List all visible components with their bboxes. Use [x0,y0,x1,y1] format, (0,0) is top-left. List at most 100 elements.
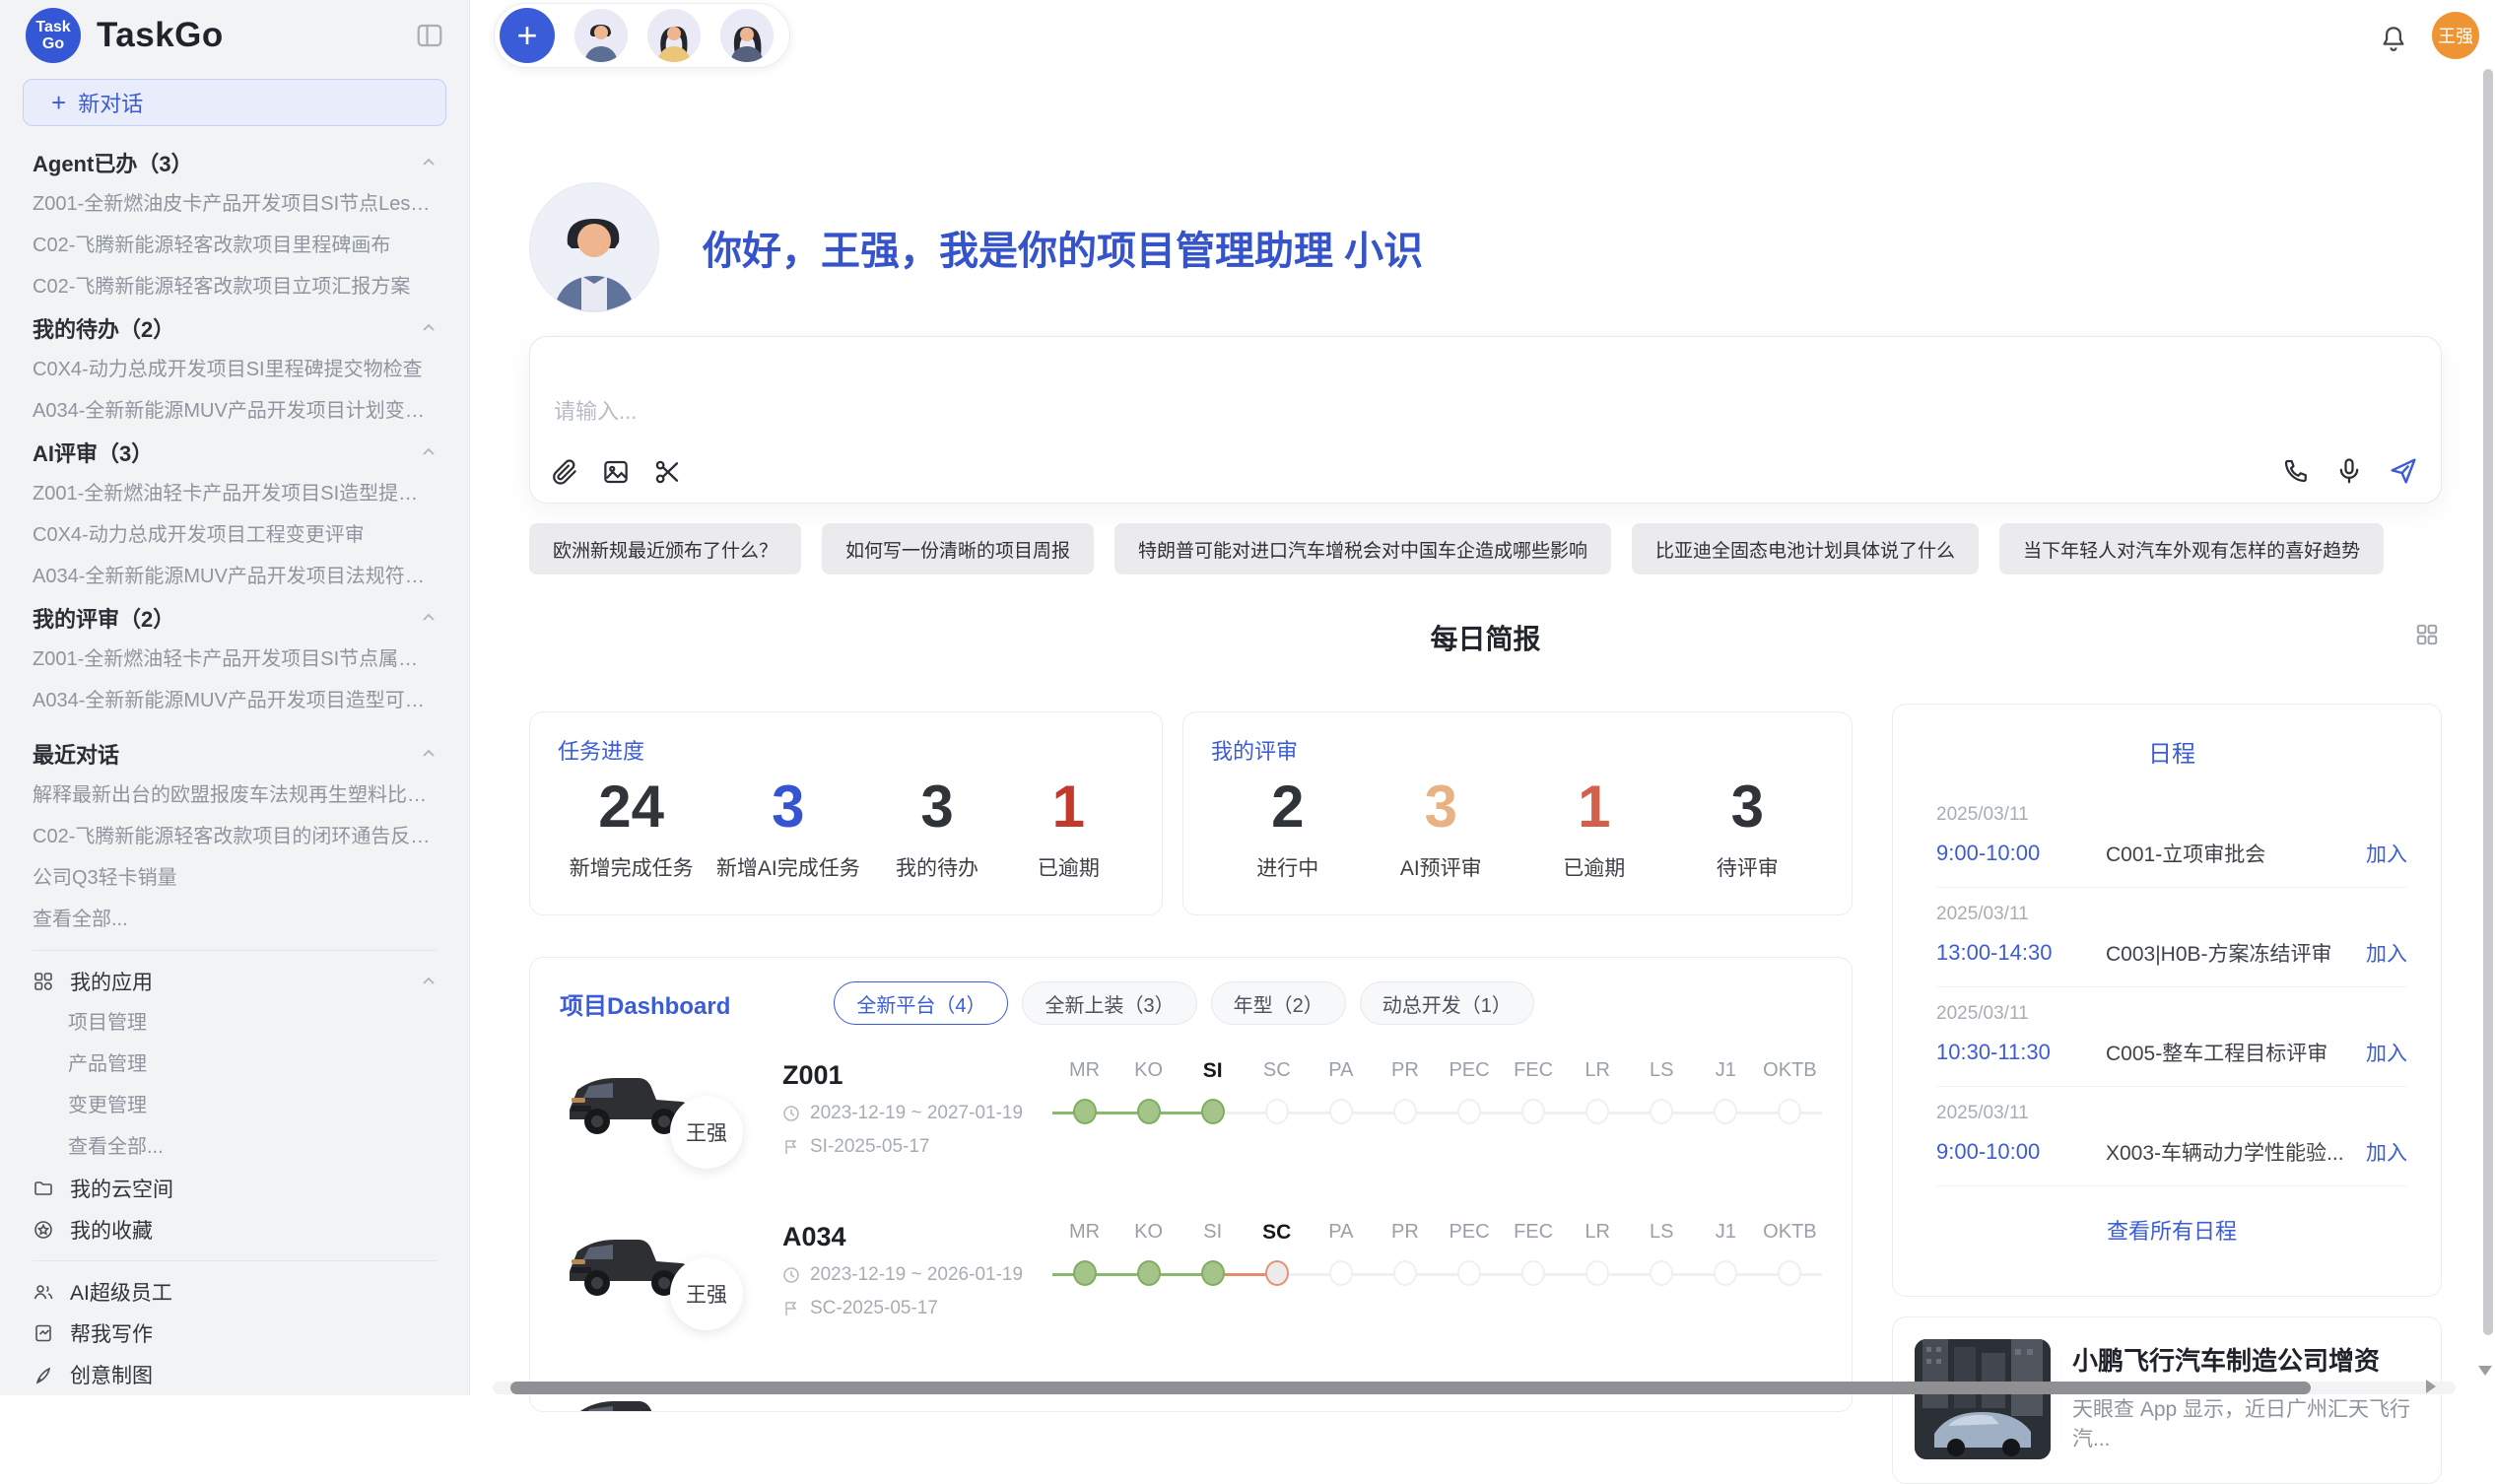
chevron-up-icon[interactable] [421,444,437,460]
section-my-todo[interactable]: 我的待办（2） [23,307,446,349]
list-item[interactable]: 公司Q3轻卡销量 [23,857,446,899]
agent-avatar-2[interactable] [647,9,701,62]
news-card[interactable]: 小鹏飞行汽车制造公司增资 天眼查 App 显示，近日广州汇天飞行汽... [1892,1316,2442,1484]
list-item[interactable]: C0X4-动力总成开发项目工程变更评审 [23,514,446,556]
tab-new-body[interactable]: 全新上装（3） [1022,981,1196,1025]
suggestion-chip[interactable]: 如何写一份清晰的项目周报 [822,523,1094,574]
sidebar-item-cloud-space[interactable]: 我的云空间 [23,1168,446,1209]
list-item[interactable]: Z001-全新燃油轻卡产品开发项目SI节点属性5D文件评审 [23,639,446,680]
list-item[interactable]: A034-全新新能源MUV产品开发项目法规符合性评审 [23,556,446,597]
layout-grid-icon[interactable] [2414,622,2440,647]
vertical-scrollbar[interactable] [2483,69,2493,1335]
sidebar-item-my-apps[interactable]: 我的应用 [23,961,446,1002]
view-all-apps[interactable]: 查看全部... [23,1126,446,1168]
milestone-dot [1585,1099,1609,1124]
add-agent-button[interactable]: + [500,8,555,63]
agent-avatar-1[interactable] [574,9,628,62]
project-row-z001[interactable]: 王强 Z001 2023-12-19 ~ 2027-01-19 SI-2025-… [560,1031,1822,1186]
view-all-schedule-link[interactable]: 查看所有日程 [1936,1214,2407,1246]
list-item[interactable]: Z001-全新燃油皮卡产品开发项目SI节点Lesson Learn报告 [23,183,446,225]
join-link[interactable]: 加入 [2366,839,2407,868]
tab-year-model[interactable]: 年型（2） [1211,981,1346,1025]
stat-overdue: 1 已逾期 [1014,772,1122,882]
chevron-up-icon[interactable] [421,155,437,170]
sidebar-item-help-me-write[interactable]: 帮我写作 [23,1313,446,1354]
new-chat-button[interactable]: + 新对话 [23,79,446,126]
section-agent-done[interactable]: Agent已办（3） [23,142,446,183]
scroll-down-arrow[interactable] [2478,1366,2492,1376]
project-row-a034[interactable]: 王强 A034 2023-12-19 ~ 2026-01-19 SC-2025-… [560,1192,1822,1348]
milestone-oktb: OKTB [1758,1215,1822,1325]
news-thumbnail [1915,1339,2051,1459]
chevron-up-icon[interactable] [421,320,437,336]
tab-all-new-platform[interactable]: 全新平台（4） [834,981,1008,1025]
sidebar-item-favorites[interactable]: 我的收藏 [23,1209,446,1250]
suggestion-chip[interactable]: 欧洲新规最近颁布了什么？ [529,523,801,574]
list-item[interactable]: C0X4-动力总成开发项目SI里程碑提交物检查 [23,349,446,390]
news-snippet: 天眼查 App 显示，近日广州汇天飞行汽... [2072,1395,2419,1454]
stat-new-done: 24 新增完成任务 [570,772,694,882]
app-title: TaskGo [97,16,224,55]
folder-icon [33,1178,54,1199]
chevron-up-icon[interactable] [421,610,437,626]
project-flag-date: SC-2025-05-17 [810,1298,938,1319]
list-item[interactable]: C02-飞腾新能源轻客改款项目立项汇报方案 [23,266,446,307]
app-item-project-mgmt[interactable]: 项目管理 [23,1002,446,1044]
schedule-item[interactable]: 2025/03/11 9:00-10:00 C001-立项审批会 加入 [1936,788,2407,888]
schedule-item[interactable]: 2025/03/11 9:00-10:00 X003-车辆动力学性能验... 加… [1936,1087,2407,1186]
list-item[interactable]: 解释最新出台的欧盟报废车法规再生塑料比例被调至15%... [23,775,446,816]
section-my-review[interactable]: 我的评审（2） [23,597,446,639]
milestone-dot [1521,1260,1545,1286]
main-area: + 王强 [470,0,2495,1395]
list-item[interactable]: C02-飞腾新能源轻客改款项目的闭环通告反馈情况 [23,816,446,857]
chevron-up-icon[interactable] [421,974,437,989]
sidebar-item-creative-drawing[interactable]: 创意制图 [23,1354,446,1395]
agent-avatar-3[interactable] [720,9,774,62]
suggestion-chip[interactable]: 特朗普可能对进口汽车增税会对中国车企造成哪些影响 [1114,523,1611,574]
sidebar-item-ai-super-staff[interactable]: AI超级员工 [23,1271,446,1313]
list-item[interactable]: A034-全新新能源MUV产品开发项目造型可行性评审 [23,680,446,721]
milestone-dot [1329,1099,1353,1124]
schedule-time: 13:00-14:30 [1936,940,2106,966]
project-flag-date: SI-2025-05-17 [810,1136,929,1158]
section-ai-review[interactable]: AI评审（3） [23,432,446,473]
attach-icon[interactable] [550,457,579,487]
send-icon[interactable] [2388,455,2419,487]
section-label: 最近对话 [33,738,119,770]
join-link[interactable]: 加入 [2366,1038,2407,1067]
list-item[interactable]: A034-全新新能源MUV产品开发项目计划变更表编写 [23,390,446,432]
milestone-dot [1650,1099,1673,1124]
tab-powertrain[interactable]: 动总开发（1） [1360,981,1534,1025]
schedule-item[interactable]: 2025/03/11 13:00-14:30 C003|H0B-方案冻结评审 加… [1936,888,2407,987]
suggestion-chip[interactable]: 当下年轻人对汽车外观有怎样的喜好趋势 [1999,523,2384,574]
phone-icon[interactable] [2281,456,2311,486]
scissors-icon[interactable] [652,457,682,487]
chevron-up-icon[interactable] [421,746,437,762]
list-item[interactable]: Z001-全新燃油轻卡产品开发项目SI造型提交物评审 [23,473,446,514]
section-recent-chats[interactable]: 最近对话 [23,733,446,775]
greeting-block: 你好，王强，我是你的项目管理助理 小识 [529,182,2442,312]
milestone-j1: J1 [1694,1215,1758,1325]
chat-composer[interactable]: 请输入... [529,336,2442,504]
project-info: Z001 2023-12-19 ~ 2027-01-19 SI-2025-05-… [782,1060,1048,1158]
schedule-time: 9:00-10:00 [1936,841,2106,866]
schedule-event-title: C001-立项审批会 [2106,839,2366,868]
join-link[interactable]: 加入 [2366,1137,2407,1167]
list-item[interactable]: C02-飞腾新能源轻客改款项目里程碑画布 [23,225,446,266]
app-item-product-mgmt[interactable]: 产品管理 [23,1044,446,1085]
collapse-sidebar-icon[interactable] [414,20,445,51]
suggestion-chip[interactable]: 比亚迪全固态电池计划具体说了什么 [1632,523,1979,574]
view-all-chats[interactable]: 查看全部... [23,899,446,940]
mic-icon[interactable] [2334,456,2364,486]
milestone-pec: PEC [1437,1215,1501,1325]
scroll-right-arrow[interactable] [2426,1380,2436,1393]
app-item-change-mgmt[interactable]: 变更管理 [23,1085,446,1126]
schedule-item[interactable]: 2025/03/11 10:30-11:30 C005-整车工程目标评审 加入 [1936,987,2407,1087]
horizontal-scrollbar[interactable] [510,1382,2311,1394]
milestone-dot [1393,1260,1417,1286]
milestone-dot [1714,1099,1737,1124]
milestone-dot [1329,1260,1353,1286]
milestone-fec: FEC [1502,1053,1566,1164]
image-icon[interactable] [601,457,631,487]
join-link[interactable]: 加入 [2366,938,2407,968]
